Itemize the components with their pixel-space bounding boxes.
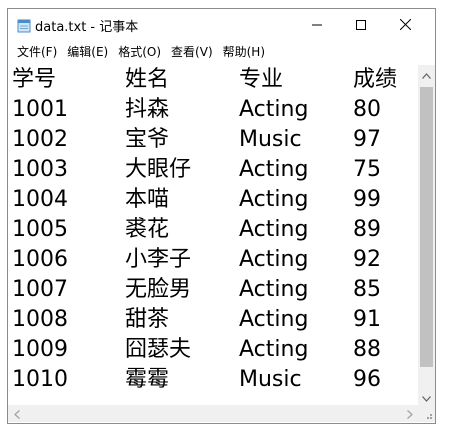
- header-student-id: 学号: [12, 67, 57, 92]
- cell-major: Acting: [239, 277, 309, 302]
- text-line: 1003 大眼仔 Acting 75: [8, 155, 418, 185]
- cell-id: 1009: [12, 337, 68, 362]
- close-button[interactable]: [383, 9, 427, 39]
- cell-major: Acting: [239, 187, 309, 212]
- cell-id: 1007: [12, 277, 68, 302]
- text-line: 1004 本喵 Acting 99: [8, 185, 418, 215]
- menu-view[interactable]: 查看(V): [166, 42, 218, 62]
- cell-score: 99: [353, 187, 381, 212]
- cell-name: 宝爷: [125, 127, 170, 152]
- scroll-down-button[interactable]: [418, 388, 435, 405]
- cell-name: 霉霉: [125, 367, 170, 392]
- text-line: 1001 抖森 Acting 80: [8, 95, 418, 125]
- cell-score: 85: [353, 277, 381, 302]
- cell-name: 甜茶: [125, 307, 170, 332]
- text-line: 1005 裘花 Acting 89: [8, 215, 418, 245]
- menu-file[interactable]: 文件(F): [12, 42, 62, 62]
- resize-grip-icon: [418, 407, 435, 423]
- cell-id: 1005: [12, 217, 68, 242]
- notepad-window: data.txt - 记事本 文件(F) 编辑(E) 格式(O) 查看(V) 帮…: [7, 8, 436, 424]
- cell-major: Acting: [239, 97, 309, 122]
- minimize-icon: [312, 15, 322, 34]
- cell-id: 1003: [12, 157, 68, 182]
- minimize-button[interactable]: [295, 9, 339, 39]
- chevron-up-icon: [422, 64, 431, 83]
- cell-major: Acting: [239, 247, 309, 272]
- text-line: 1008 甜茶 Acting 91: [8, 305, 418, 335]
- cell-name: 大眼仔: [125, 157, 192, 182]
- vertical-scrollbar[interactable]: [418, 65, 435, 405]
- cell-id: 1002: [12, 127, 68, 152]
- cell-score: 91: [353, 307, 381, 332]
- menu-edit[interactable]: 编辑(E): [62, 42, 113, 62]
- cell-id: 1001: [12, 97, 68, 122]
- scroll-right-button[interactable]: [401, 405, 418, 422]
- chevron-left-icon: [13, 404, 20, 423]
- title-bar[interactable]: data.txt - 记事本: [8, 9, 435, 42]
- cell-major: Music: [239, 367, 302, 392]
- header-major: 专业: [239, 67, 284, 92]
- header-score: 成绩: [353, 67, 398, 92]
- text-line: 1007 无脸男 Acting 85: [8, 275, 418, 305]
- text-editor-area[interactable]: 学号 姓名 专业 成绩 1001 抖森 Acting 80 1002 宝爷 Mu…: [8, 65, 418, 405]
- cell-name: 囧瑟夫: [125, 337, 192, 362]
- cell-score: 97: [353, 127, 381, 152]
- cell-score: 88: [353, 337, 381, 362]
- chevron-right-icon: [406, 404, 413, 423]
- maximize-button[interactable]: [339, 9, 383, 39]
- cell-major: Acting: [239, 307, 309, 332]
- resize-grip[interactable]: [418, 405, 435, 422]
- text-line-header: 学号 姓名 专业 成绩: [8, 65, 418, 95]
- maximize-icon: [356, 15, 366, 34]
- cell-score: 96: [353, 367, 381, 392]
- text-line: 1006 小李子 Acting 92: [8, 245, 418, 275]
- window-title: data.txt - 记事本: [35, 20, 139, 35]
- vertical-scroll-thumb[interactable]: [420, 87, 433, 367]
- chevron-down-icon: [422, 387, 431, 406]
- cell-score: 80: [353, 97, 381, 122]
- cell-name: 小李子: [125, 247, 192, 272]
- cell-score: 75: [353, 157, 381, 182]
- cell-major: Acting: [239, 337, 309, 362]
- cell-id: 1004: [12, 187, 68, 212]
- cell-name: 裘花: [125, 217, 170, 242]
- cell-id: 1010: [12, 367, 68, 392]
- close-icon: [399, 15, 411, 34]
- notepad-icon: [17, 18, 31, 33]
- text-line: 1010 霉霉 Music 96: [8, 365, 418, 395]
- cell-major: Acting: [239, 217, 309, 242]
- scroll-left-button[interactable]: [8, 405, 25, 422]
- cell-score: 89: [353, 217, 381, 242]
- cell-score: 92: [353, 247, 381, 272]
- cell-name: 无脸男: [125, 277, 192, 302]
- scroll-up-button[interactable]: [418, 65, 435, 82]
- cell-id: 1006: [12, 247, 68, 272]
- text-line: 1002 宝爷 Music 97: [8, 125, 418, 155]
- menu-format[interactable]: 格式(O): [113, 42, 166, 62]
- cell-name: 抖森: [125, 97, 170, 122]
- text-line: 1009 囧瑟夫 Acting 88: [8, 335, 418, 365]
- horizontal-scrollbar[interactable]: [8, 405, 418, 422]
- cell-name: 本喵: [125, 187, 170, 212]
- menu-bar: 文件(F) 编辑(E) 格式(O) 查看(V) 帮助(H): [8, 42, 435, 62]
- header-name: 姓名: [125, 67, 170, 92]
- cell-id: 1008: [12, 307, 68, 332]
- cell-major: Music: [239, 127, 302, 152]
- cell-major: Acting: [239, 157, 309, 182]
- menu-help[interactable]: 帮助(H): [218, 42, 270, 62]
